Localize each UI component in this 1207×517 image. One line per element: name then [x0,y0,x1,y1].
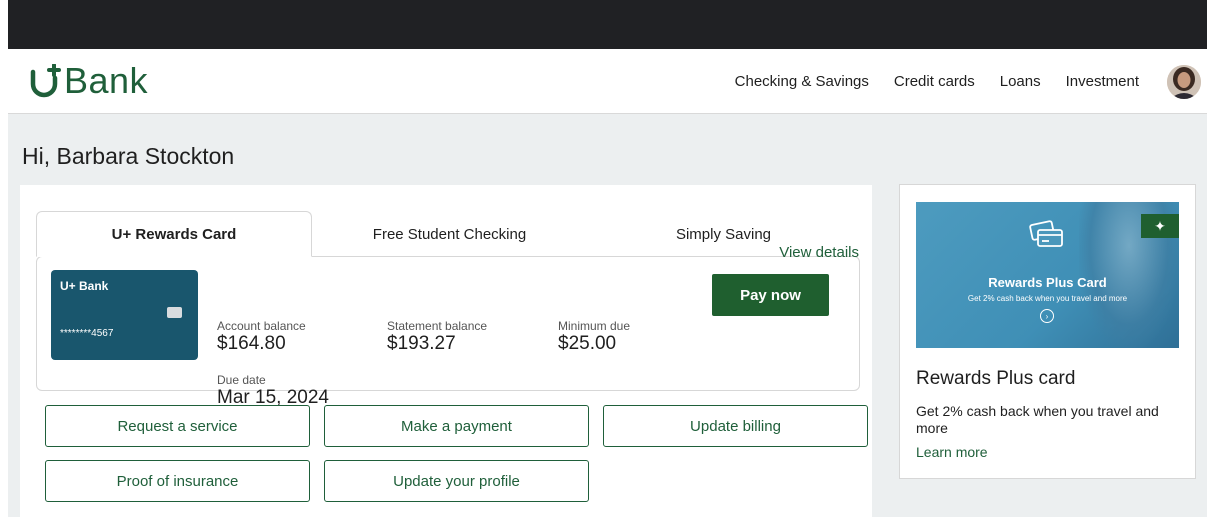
tab-student-checking[interactable]: Free Student Checking [312,211,587,257]
profile-photo-icon [1167,64,1201,99]
minimum-due-label: Minimum due [558,319,631,333]
statement-balance-value: $193.27 [387,333,456,354]
page-greeting: Hi, Barbara Stockton [22,143,235,169]
nav-investment[interactable]: Investment [1066,73,1139,90]
tab-rewards-card[interactable]: U+ Rewards Card [36,211,312,257]
nav-loans[interactable]: Loans [1000,73,1041,90]
due-date-label: Due date [217,373,266,387]
due-date: Due date Mar 15, 2024 [217,373,329,409]
primary-nav: Checking & Savings Credit cards Loans In… [735,49,1207,114]
card-chip-icon [167,307,182,318]
browser-viewport: Bank Checking & Savings Credit cards Loa… [8,0,1207,517]
account-balance-value: $164.80 [217,333,286,354]
card-number: ********4567 [60,328,114,339]
request-service-button[interactable]: Request a service [45,405,310,447]
user-avatar[interactable] [1167,64,1201,99]
promo-description: Get 2% cash back when you travel and mor… [916,403,1159,436]
u-plus-logo-icon [30,64,61,98]
bank-logo[interactable]: Bank [28,61,148,101]
promo-banner-title: Rewards Plus Card [988,275,1107,290]
account-balance-label: Account balance [217,319,306,333]
update-billing-button[interactable]: Update billing [603,405,868,447]
pay-now-button[interactable]: Pay now [712,274,829,316]
credit-card-image: U+ Bank ********4567 [51,270,198,360]
promo-banner-image[interactable]: ✦ Rewards Plus Card Get 2% cash back whe… [916,202,1179,348]
credit-card-icon [1029,220,1063,247]
account-panel: U+ Rewards Card Free Student Checking Si… [20,185,872,517]
statement-balance-label: Statement balance [387,319,488,333]
minimum-due-value: $25.00 [558,333,617,354]
learn-more-link[interactable]: Learn more [916,444,988,460]
make-payment-button[interactable]: Make a payment [324,405,589,447]
account-balance: Account balance $164.80 [217,319,306,355]
logo-text: Bank [64,60,149,101]
nav-credit-cards[interactable]: Credit cards [894,73,975,90]
nav-checking-savings[interactable]: Checking & Savings [735,73,869,90]
window-top-bar [8,0,1207,49]
minimum-due: Minimum due $25.00 [558,319,630,355]
site-header: Bank Checking & Savings Credit cards Loa… [8,49,1207,114]
view-details-link[interactable]: View details [779,244,859,261]
promo-title: Rewards Plus card [916,368,1076,389]
sparkle-icon: ✦ [1141,214,1179,238]
promo-card: ✦ Rewards Plus Card Get 2% cash back whe… [899,184,1196,479]
update-profile-button[interactable]: Update your profile [324,460,589,502]
chevron-right-icon[interactable]: › [1040,309,1054,323]
card-bank-name: U+ Bank [60,279,109,293]
promo-banner-subtitle: Get 2% cash back when you travel and mor… [967,294,1128,303]
statement-balance: Statement balance $193.27 [387,319,487,355]
proof-of-insurance-button[interactable]: Proof of insurance [45,460,310,502]
